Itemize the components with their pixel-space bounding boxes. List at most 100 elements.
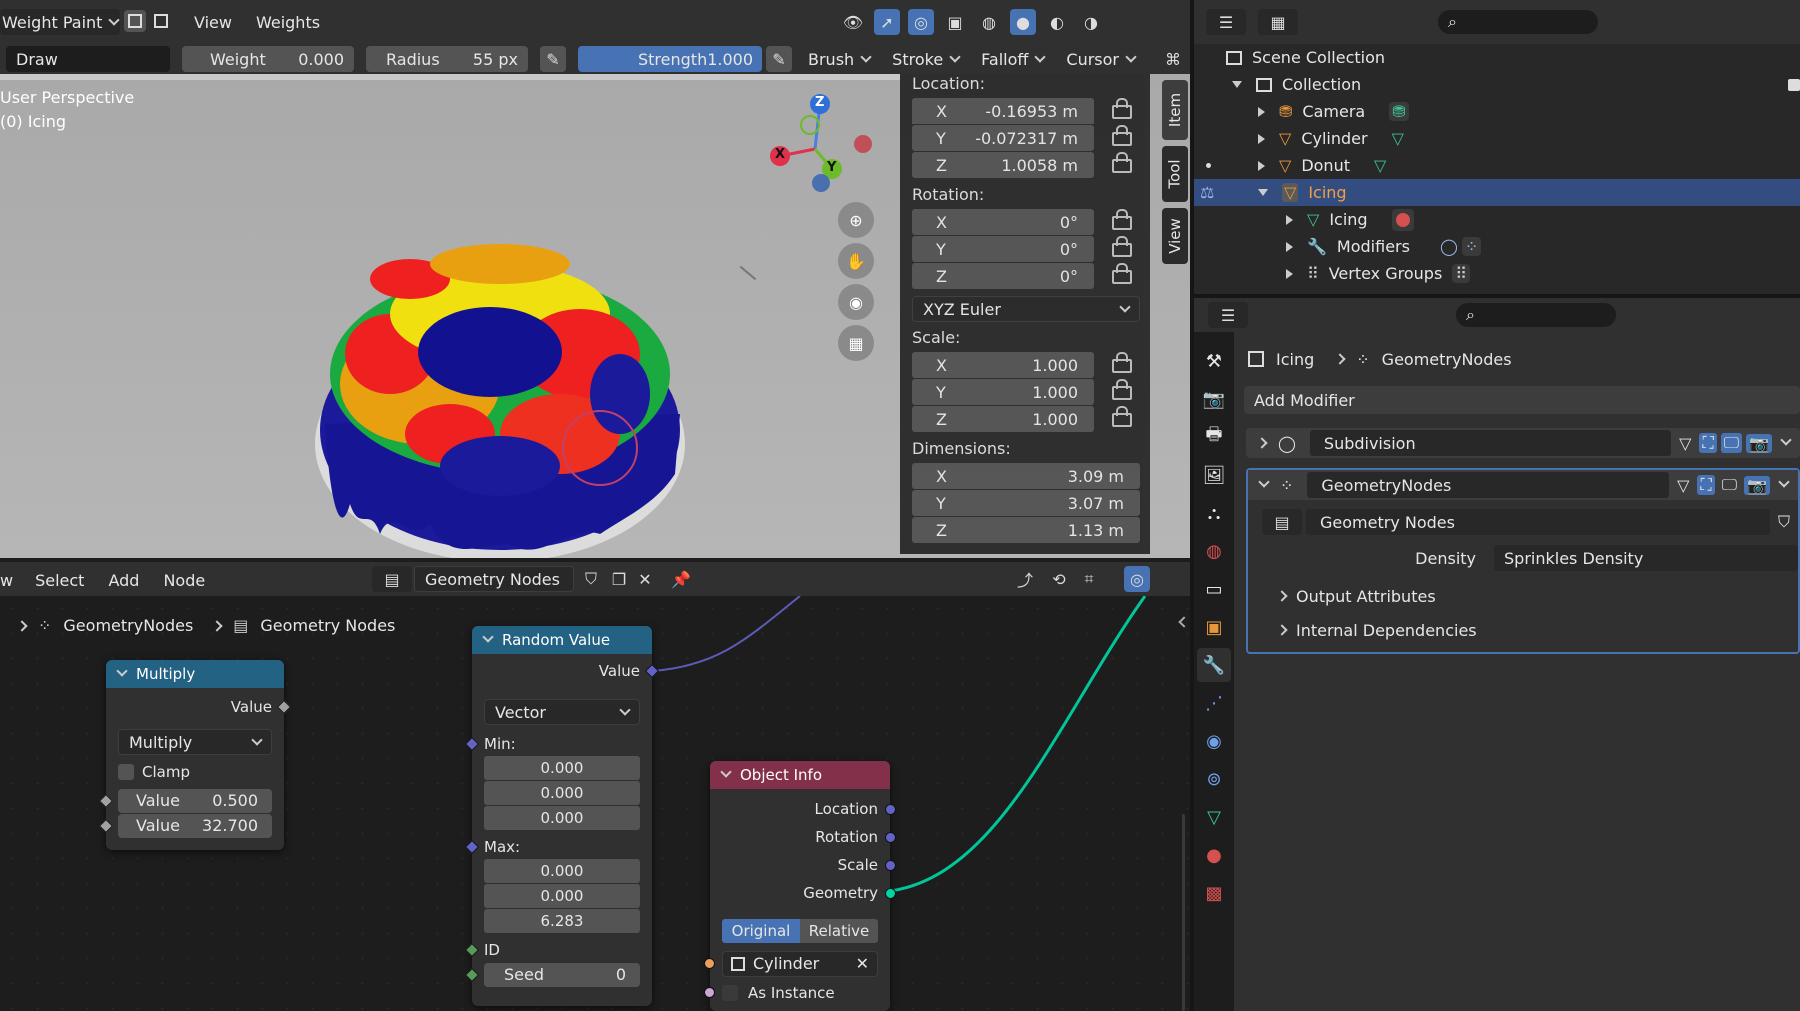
parent-tree-icon[interactable]: ⤴: [1012, 566, 1038, 592]
include-checkbox[interactable]: [1788, 78, 1800, 91]
face-mask-icon[interactable]: [150, 10, 172, 32]
geometry-nodes-modifier-header[interactable]: ⁘ GeometryNodes ▽ ⛶ 🖵 📷: [1248, 470, 1798, 500]
brush-menu[interactable]: Brush: [798, 46, 881, 72]
gizmo-toggle-icon[interactable]: ➚: [874, 9, 900, 35]
editor-type-icon[interactable]: ☰: [1208, 302, 1248, 328]
render-icon[interactable]: 📷: [1744, 475, 1770, 495]
lock-icon[interactable]: [1112, 235, 1132, 257]
location-socket[interactable]: [885, 803, 896, 815]
location-y-field[interactable]: Y -0.072317 m: [912, 125, 1094, 151]
mode-selector[interactable]: Weight Paint: [0, 9, 121, 35]
outliner-row-cylinder[interactable]: ▽ Cylinder ▽: [1194, 125, 1800, 152]
xray-icon[interactable]: ▣: [942, 9, 968, 35]
scale-z-field[interactable]: Z 1.000: [912, 406, 1094, 432]
chevron-down-icon[interactable]: [1780, 434, 1792, 446]
expand-icon[interactable]: [1286, 268, 1293, 279]
object-field[interactable]: Cylinder ✕: [722, 950, 878, 977]
value2-field[interactable]: Value 32.700: [118, 813, 272, 838]
node-tree-type-icon[interactable]: ▤: [372, 566, 412, 592]
clamp-row[interactable]: Clamp: [106, 759, 284, 784]
weight-field[interactable]: Weight 0.000: [182, 46, 354, 72]
dimension-x-field[interactable]: X 3.09 m: [912, 463, 1140, 489]
multiply-node-header[interactable]: Multiply: [106, 660, 284, 688]
menu-view[interactable]: View: [182, 8, 244, 36]
rotation-z-field[interactable]: Z 0°: [912, 263, 1094, 289]
data-type-select[interactable]: Vector: [484, 699, 640, 725]
fake-user-icon[interactable]: ⛉: [578, 566, 604, 592]
close-icon[interactable]: ✕: [632, 566, 658, 592]
duplicate-icon[interactable]: ❐: [606, 566, 632, 592]
output-attributes-subpanel[interactable]: Output Attributes: [1276, 582, 1798, 610]
menu-weights[interactable]: Weights: [244, 8, 332, 36]
collapse-icon[interactable]: [116, 665, 128, 677]
original-button[interactable]: Original: [722, 919, 800, 943]
clear-icon[interactable]: ✕: [856, 954, 869, 973]
scale-y-field[interactable]: Y 1.000: [912, 379, 1094, 405]
expand-icon[interactable]: [1258, 106, 1265, 117]
dimension-y-field[interactable]: Y 3.07 m: [912, 490, 1140, 516]
node-tree-icon[interactable]: ▤: [1262, 509, 1302, 535]
node-tree-selector[interactable]: Geometry Nodes: [414, 566, 574, 592]
lock-icon[interactable]: [1112, 97, 1132, 119]
tool-tab-icon[interactable]: ⚒: [1197, 344, 1231, 378]
pan-hand-icon[interactable]: ✋: [838, 243, 874, 279]
collection-tab-icon[interactable]: ▭: [1197, 572, 1231, 606]
max-x-field[interactable]: 0.000: [484, 859, 640, 883]
shading-material-icon[interactable]: ◐: [1044, 9, 1070, 35]
max-z-field[interactable]: 6.283: [484, 909, 640, 933]
relative-button[interactable]: Relative: [800, 919, 878, 943]
camera-view-icon[interactable]: ◉: [838, 284, 874, 320]
random-value-header[interactable]: Random Value: [472, 626, 652, 654]
density-attribute-field[interactable]: Sprinkles Density: [1494, 545, 1798, 571]
tab-view[interactable]: View: [1162, 208, 1188, 264]
rotation-mode-select[interactable]: XYZ Euler: [912, 296, 1140, 322]
shading-solid-icon[interactable]: ●: [1010, 9, 1036, 35]
subdivision-name-field[interactable]: Subdivision: [1309, 430, 1672, 456]
pin-icon[interactable]: 📌: [668, 566, 694, 592]
scene-tab-icon[interactable]: ⛬: [1197, 496, 1231, 530]
viewport-display-icon[interactable]: 🖵: [1719, 475, 1740, 495]
rotation-x-field[interactable]: X 0°: [912, 209, 1094, 235]
edit-mode-icon[interactable]: ▽: [1679, 434, 1691, 453]
node-editor-scrollbar[interactable]: [1182, 814, 1185, 1011]
falloff-menu[interactable]: Falloff: [971, 46, 1055, 72]
material-tab-icon[interactable]: ●: [1197, 838, 1231, 872]
cage-icon[interactable]: ⛶: [1699, 433, 1717, 453]
stroke-menu[interactable]: Stroke: [882, 46, 970, 72]
pressure-icon[interactable]: ✎: [540, 46, 566, 72]
outliner-row-icing[interactable]: ⚖ ▽ Icing: [1194, 179, 1800, 206]
physics-tab-icon[interactable]: ◉: [1197, 724, 1231, 758]
tab-tool[interactable]: Tool: [1162, 146, 1188, 202]
expand-icon[interactable]: [1286, 214, 1293, 225]
outliner-row-vertex-groups[interactable]: ⠿ Vertex Groups ⠿: [1194, 260, 1800, 287]
subdivision-modifier-panel[interactable]: ◯ Subdivision ▽ ⛶ 🖵 📷: [1246, 428, 1800, 458]
render-icon[interactable]: 📷: [1746, 433, 1772, 453]
geometry-nodes-name-field[interactable]: GeometryNodes: [1307, 472, 1670, 498]
view-layer-tab-icon[interactable]: 🖼: [1197, 458, 1231, 492]
internal-dependencies-subpanel[interactable]: Internal Dependencies: [1276, 616, 1798, 644]
node-group-field[interactable]: Geometry Nodes: [1306, 509, 1770, 535]
data-tab-icon[interactable]: ▽: [1197, 800, 1231, 834]
vertex-mask-icon[interactable]: [124, 10, 146, 32]
radius-field[interactable]: Radius 55 px: [366, 46, 528, 72]
collapse-icon[interactable]: [1258, 476, 1270, 488]
fake-user-icon[interactable]: ⛉: [1778, 512, 1790, 532]
object-socket[interactable]: [704, 958, 715, 969]
as-instance-checkbox[interactable]: [722, 984, 738, 1001]
multiply-node[interactable]: Multiply Value Multiply Clamp Value 0.500…: [98, 660, 292, 850]
output-tab-icon[interactable]: 🖶: [1197, 420, 1231, 454]
expand-icon[interactable]: [1258, 160, 1265, 171]
brush-selector[interactable]: Draw: [6, 46, 170, 72]
chevron-down-icon[interactable]: [1778, 476, 1790, 488]
cursor-menu[interactable]: Cursor: [1056, 46, 1145, 72]
menu-add[interactable]: Add: [96, 566, 151, 594]
shading-rendered-icon[interactable]: ◑: [1078, 9, 1104, 35]
texture-tab-icon[interactable]: ▩: [1197, 876, 1231, 910]
add-modifier-button[interactable]: Add Modifier: [1244, 386, 1800, 414]
value1-field[interactable]: Value 0.500: [118, 788, 272, 813]
lock-icon[interactable]: [1112, 405, 1132, 427]
shading-wireframe-icon[interactable]: ◍: [976, 9, 1002, 35]
clamp-checkbox[interactable]: [118, 763, 134, 780]
zoom-icon[interactable]: ⊕: [838, 202, 874, 238]
scale-socket[interactable]: [885, 859, 896, 871]
